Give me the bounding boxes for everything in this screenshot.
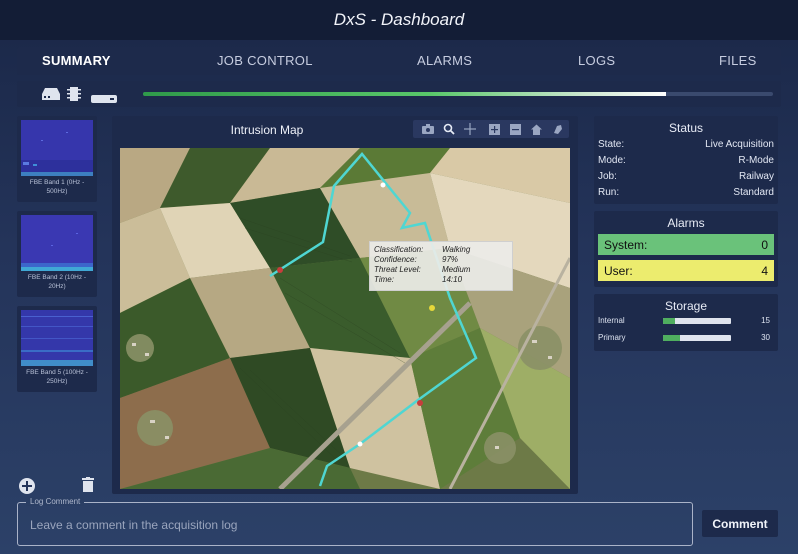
status-row-job: Job: Railway	[598, 171, 774, 182]
pan-icon[interactable]	[463, 123, 476, 136]
user-alarm-label: User:	[604, 263, 633, 278]
thumbnail-fbe-band-2[interactable]: FBE Band 2 (10Hz - 20Hz)	[17, 211, 97, 297]
drive-icon	[41, 86, 61, 107]
user-alarm-count: 4	[761, 263, 768, 278]
status-title: Status	[668, 121, 704, 135]
popup-value: Walking	[442, 245, 471, 254]
spectrogram-image	[21, 310, 93, 366]
status-row-state: State: Live Acquisition	[598, 139, 774, 150]
status-key: Job:	[598, 171, 617, 182]
spectrogram-image	[21, 120, 93, 176]
storage-title: Storage	[664, 299, 708, 313]
zoom-in-icon[interactable]	[488, 123, 501, 136]
spectrogram-image	[21, 215, 93, 271]
thumbnail-fbe-band-5[interactable]: FBE Band 5 (100Hz - 250Hz)	[17, 306, 97, 392]
detection-popup: Classification: Walking Confidence: 97% …	[369, 241, 513, 291]
popup-key: Confidence:	[374, 255, 417, 264]
thumbnail-caption: FBE Band 2 (10Hz - 20Hz)	[27, 274, 87, 290]
tab-alarms[interactable]: ALARMS	[417, 53, 472, 68]
storage-usage-fill	[663, 335, 680, 341]
chip-icon	[67, 86, 81, 107]
tab-logs[interactable]: LOGS	[578, 53, 615, 68]
storage-bar-icon	[91, 90, 117, 108]
thumbnail-caption: FBE Band 1 (0Hz - 500Hz)	[29, 179, 85, 195]
popup-key: Threat Level:	[374, 265, 421, 274]
system-progress-bar	[17, 81, 781, 107]
status-row-run: Run: Standard	[598, 187, 774, 198]
intrusion-map-panel: Intrusion Map Classification: Walking Co…	[112, 116, 578, 494]
tab-job-control[interactable]: JOB CONTROL	[217, 53, 313, 68]
storage-value: 15	[761, 316, 770, 325]
tab-summary[interactable]: SUMMARY	[42, 53, 111, 68]
status-row-mode: Mode: R-Mode	[598, 155, 774, 166]
popup-row: Time: 14:10	[374, 275, 508, 285]
storage-usage-track	[663, 318, 731, 324]
title-bar: DxS - Dashboard	[0, 0, 798, 40]
popup-value: 97%	[442, 255, 459, 264]
popup-key: Time:	[374, 275, 394, 284]
system-alarm-count: 0	[761, 237, 768, 252]
zoom-icon[interactable]	[442, 123, 455, 136]
popup-key: Classification:	[374, 245, 424, 254]
comment-button[interactable]: Comment	[702, 510, 778, 537]
storage-usage-fill	[663, 318, 676, 324]
home-icon[interactable]	[530, 123, 543, 136]
status-value: Standard	[733, 187, 774, 198]
storage-label: Primary	[598, 333, 626, 342]
popup-value: 14:10	[442, 275, 463, 284]
status-key: Mode:	[598, 155, 626, 166]
storage-label: Internal	[598, 316, 625, 325]
thumbnail-fbe-band-1[interactable]: FBE Band 1 (0Hz - 500Hz)	[17, 116, 97, 202]
popup-row: Confidence: 97%	[374, 255, 508, 265]
popup-value: Medium	[442, 265, 471, 274]
storage-usage-track	[663, 335, 731, 341]
status-panel: Status State: Live Acquisition Mode: R-M…	[594, 116, 778, 204]
trash-icon[interactable]	[80, 476, 96, 492]
acquisition-progress-fill	[143, 92, 666, 96]
popup-row: Classification: Walking	[374, 245, 508, 255]
status-value: Railway	[738, 171, 774, 182]
storage-panel: Storage Internal 15 Primary 30	[594, 294, 778, 351]
thumbnail-caption: FBE Band 5 (100Hz - 250Hz)	[26, 369, 88, 385]
status-key: Run:	[598, 187, 620, 198]
acquisition-progress-track	[143, 92, 773, 96]
status-key: State:	[598, 139, 625, 150]
status-value: R-Mode	[738, 155, 774, 166]
main-nav: SUMMARY JOB CONTROL ALARMS LOGS FILES	[17, 47, 781, 75]
user-alarm-bar[interactable]: User: 4	[598, 260, 774, 281]
alarms-panel: Alarms System: 0 User: 4	[594, 211, 778, 287]
camera-icon[interactable]	[421, 123, 434, 136]
tab-files[interactable]: FILES	[719, 53, 757, 68]
aerial-map[interactable]: Classification: Walking Confidence: 97% …	[120, 148, 570, 489]
alarms-title: Alarms	[667, 216, 705, 230]
zoom-out-icon[interactable]	[509, 123, 522, 136]
system-alarm-bar[interactable]: System: 0	[598, 234, 774, 255]
reset-icon[interactable]	[551, 123, 564, 136]
system-alarm-label: System:	[604, 237, 648, 252]
add-icon[interactable]	[19, 478, 35, 494]
log-comment-legend: Log Comment	[26, 497, 85, 506]
log-comment-field[interactable]: Log Comment Leave a comment in the acqui…	[17, 497, 693, 546]
popup-row: Threat Level: Medium	[374, 265, 508, 275]
map-toolbar	[413, 120, 569, 138]
storage-value: 30	[761, 333, 770, 342]
status-value: Live Acquisition	[705, 139, 774, 150]
map-title: Intrusion Map	[230, 123, 304, 137]
log-comment-placeholder: Leave a comment in the acquisition log	[30, 518, 238, 532]
app-title: DxS - Dashboard	[333, 10, 465, 29]
